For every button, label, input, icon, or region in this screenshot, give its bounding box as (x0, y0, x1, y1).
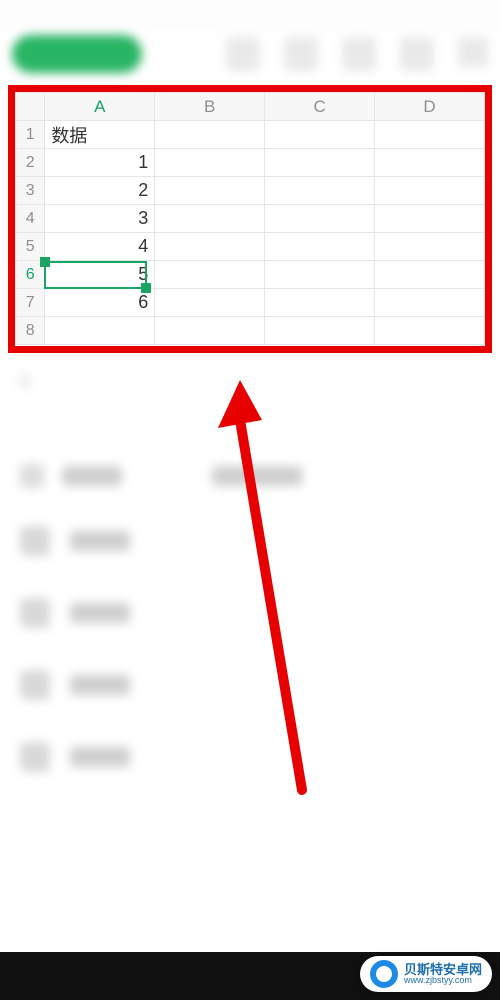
cell[interactable] (155, 317, 265, 345)
watermark: 贝斯特安卓网 www.zjbstyy.com (360, 956, 492, 992)
cell[interactable] (265, 121, 375, 149)
cell[interactable] (375, 233, 485, 261)
cell[interactable] (375, 317, 485, 345)
cell[interactable] (155, 289, 265, 317)
primary-action-button[interactable] (12, 35, 142, 73)
cell[interactable]: 数据 (45, 121, 155, 149)
menu-label (70, 531, 130, 551)
cell[interactable]: 2 (45, 177, 155, 205)
cell[interactable]: 3 (45, 205, 155, 233)
action-menu (20, 526, 480, 772)
cell[interactable] (265, 289, 375, 317)
select-all-corner[interactable] (16, 93, 45, 121)
cell[interactable] (375, 177, 485, 205)
toolbar-menu-button[interactable] (458, 37, 488, 67)
toolbar-button-4[interactable] (400, 37, 434, 71)
cell[interactable]: 1 (45, 149, 155, 177)
cell[interactable] (155, 177, 265, 205)
row-header[interactable]: 4 (16, 205, 45, 233)
col-header-c[interactable]: C (265, 93, 375, 121)
cell[interactable] (265, 205, 375, 233)
toolbar (0, 30, 500, 78)
cell[interactable] (265, 177, 375, 205)
menu-icon (20, 598, 50, 628)
cell[interactable] (265, 149, 375, 177)
row-header-extra: 9 (20, 374, 480, 396)
panel-icon (20, 464, 44, 488)
panel-label-1 (62, 466, 122, 486)
status-bar (0, 0, 500, 30)
cell[interactable]: 4 (45, 233, 155, 261)
cell[interactable] (155, 205, 265, 233)
menu-item[interactable] (20, 526, 480, 556)
cell[interactable] (155, 121, 265, 149)
cell[interactable] (375, 289, 485, 317)
toolbar-button-2[interactable] (284, 37, 318, 71)
col-header-d[interactable]: D (375, 93, 485, 121)
row-header[interactable]: 3 (16, 177, 45, 205)
cell[interactable] (375, 121, 485, 149)
menu-label (70, 603, 130, 623)
row-header[interactable]: 1 (16, 121, 45, 149)
bottom-panel: 9 (0, 360, 500, 952)
menu-icon (20, 742, 50, 772)
cell[interactable] (375, 261, 485, 289)
menu-icon (20, 526, 50, 556)
menu-item[interactable] (20, 670, 480, 700)
row-header[interactable]: 8 (16, 317, 45, 345)
cell[interactable] (265, 317, 375, 345)
row-header[interactable]: 2 (16, 149, 45, 177)
menu-label (70, 747, 130, 767)
watermark-logo-icon (370, 960, 398, 988)
highlight-box: A B C D 1数据 21 32 43 54 65 76 8 (8, 85, 492, 353)
row-header[interactable]: 7 (16, 289, 45, 317)
cell[interactable] (155, 233, 265, 261)
cell[interactable] (375, 149, 485, 177)
row-header[interactable]: 6 (16, 261, 45, 289)
menu-item[interactable] (20, 742, 480, 772)
cell[interactable] (155, 261, 265, 289)
toolbar-button-1[interactable] (226, 37, 260, 71)
col-header-b[interactable]: B (155, 93, 265, 121)
cell-selected[interactable]: 5 (45, 261, 155, 289)
panel-label-2 (212, 466, 302, 486)
spreadsheet[interactable]: A B C D 1数据 21 32 43 54 65 76 8 (15, 92, 485, 346)
row-header[interactable]: 5 (16, 233, 45, 261)
cell[interactable] (265, 233, 375, 261)
cell[interactable] (45, 317, 155, 345)
cell[interactable] (265, 261, 375, 289)
cell[interactable]: 6 (45, 289, 155, 317)
menu-icon (20, 670, 50, 700)
cell[interactable] (375, 205, 485, 233)
cell[interactable] (155, 149, 265, 177)
menu-label (70, 675, 130, 695)
toolbar-button-3[interactable] (342, 37, 376, 71)
menu-item[interactable] (20, 598, 480, 628)
col-header-a[interactable]: A (45, 93, 155, 121)
watermark-url: www.zjbstyy.com (404, 976, 482, 985)
